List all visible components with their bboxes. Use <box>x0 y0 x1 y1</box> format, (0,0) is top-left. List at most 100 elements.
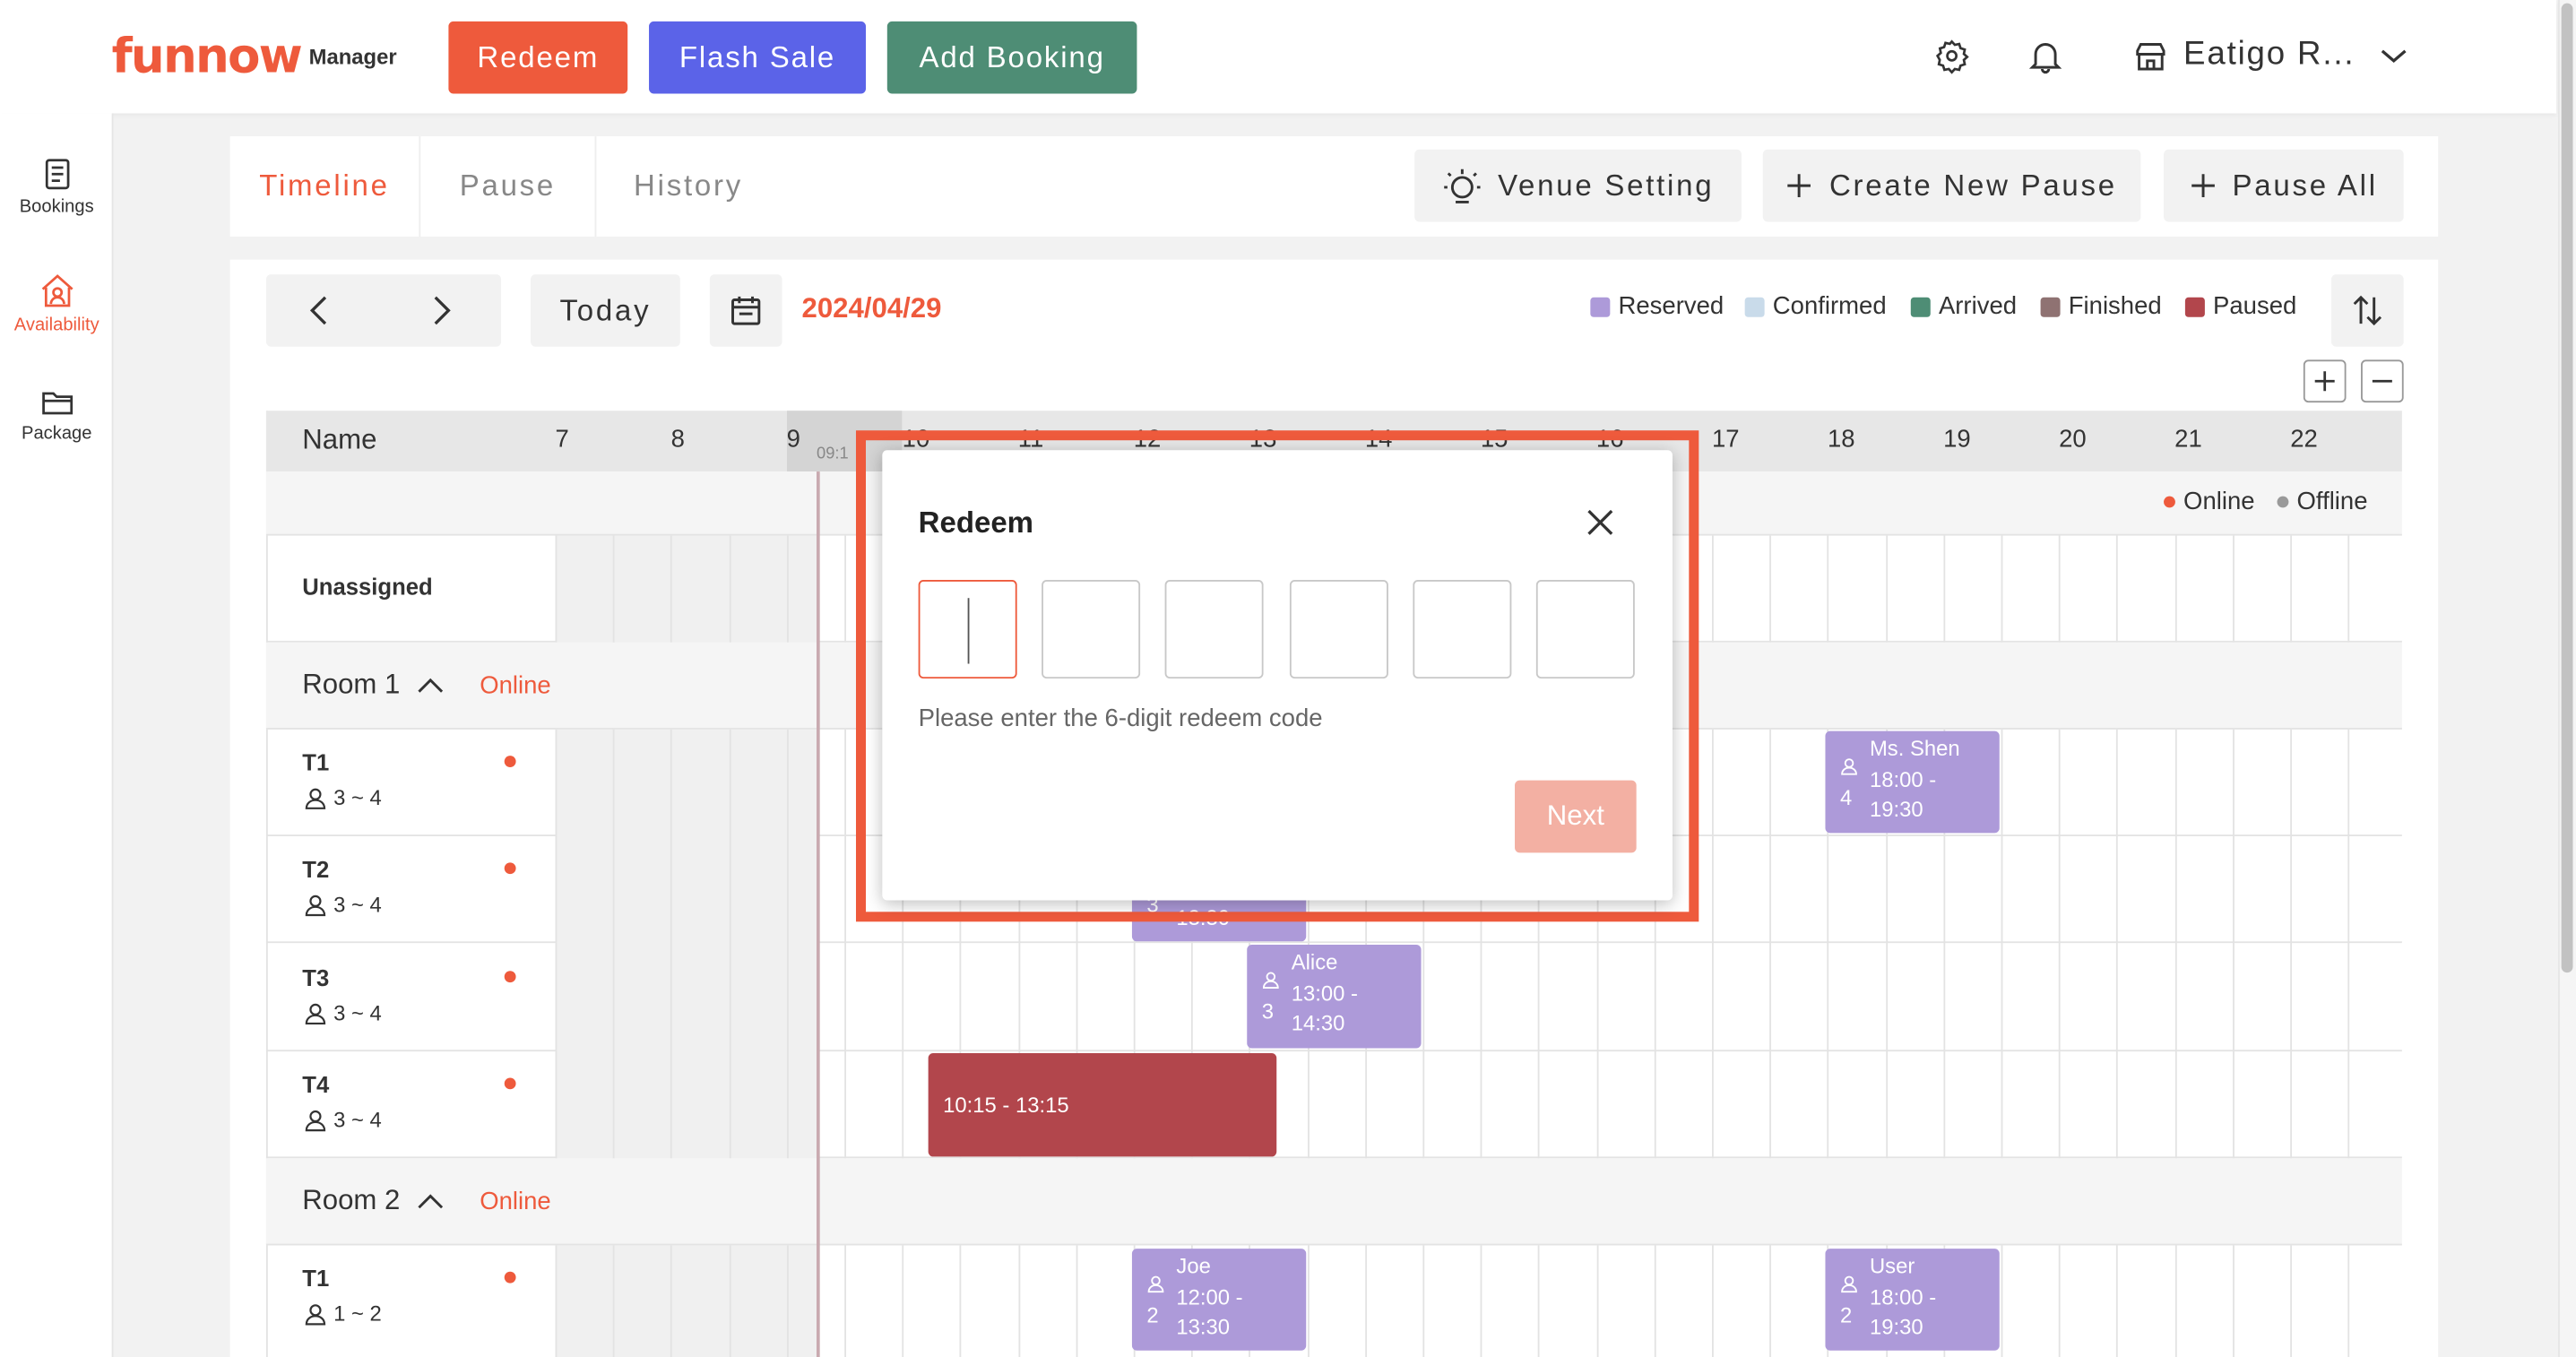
booking-name: Alice <box>1291 949 1338 974</box>
grid-line <box>2174 535 2176 643</box>
hour-label: 17 <box>1711 425 1740 454</box>
hour-label: 21 <box>2174 425 2202 454</box>
grid-line <box>613 535 615 643</box>
grid-line <box>2347 1245 2350 1357</box>
settings-icon[interactable] <box>1932 36 1972 75</box>
minus-icon <box>2372 379 2392 383</box>
grid-line <box>1595 1245 1598 1357</box>
zoom-in-button[interactable] <box>2303 359 2347 403</box>
table-capacity: 3 ~ 4 <box>304 1107 382 1132</box>
grid-line <box>844 729 846 1159</box>
grid-line <box>786 729 789 1159</box>
legend-arrived: Arrived <box>1910 292 2017 320</box>
pause-block[interactable]: 10:15 - 13:15 <box>928 1052 1277 1157</box>
grid-line <box>613 729 615 1159</box>
chevron-right-icon[interactable] <box>432 294 452 335</box>
person-icon <box>305 787 326 809</box>
folder-icon <box>41 392 73 415</box>
sidebar-item-bookings[interactable]: Bookings <box>0 158 113 217</box>
create-pause-label: Create New Pause <box>1828 168 2117 202</box>
person-icon <box>305 894 326 916</box>
scrollbar-thumb[interactable] <box>2561 3 2573 973</box>
sort-icon[interactable] <box>2331 274 2404 347</box>
grid-line <box>960 1245 963 1357</box>
tab-pause[interactable]: Pause <box>420 136 597 237</box>
grid-line <box>555 535 558 643</box>
person-icon <box>305 1110 326 1131</box>
tab-bar: Timeline Pause History Venue Setting Cre… <box>229 136 2439 237</box>
current-time-label: 09:1 <box>817 445 849 463</box>
grid-line <box>902 1245 904 1357</box>
grid-line <box>844 535 846 643</box>
calendar-icon[interactable] <box>709 274 782 347</box>
close-icon[interactable] <box>1586 507 1615 537</box>
current-date[interactable]: 2024/04/29 <box>802 292 942 325</box>
code-digit-input-2[interactable] <box>1042 580 1141 679</box>
code-digit-input-5[interactable] <box>1413 580 1512 679</box>
sidebar-item-availability[interactable]: Availability <box>0 272 113 335</box>
venue-setting-button[interactable]: Venue Setting <box>1414 149 1742 222</box>
grid-line <box>1885 535 1888 643</box>
person-icon <box>1841 1275 1857 1293</box>
person-icon <box>305 1002 326 1024</box>
grid-line <box>2290 535 2293 643</box>
table-name[interactable]: T1 <box>302 749 329 775</box>
table-name[interactable]: T4 <box>302 1071 329 1097</box>
hour-label: 9 <box>786 425 800 454</box>
today-button[interactable]: Today <box>531 274 680 347</box>
grid-line <box>2232 535 2235 643</box>
code-digit-input-3[interactable] <box>1164 580 1264 679</box>
room-status: Online <box>480 671 551 700</box>
sidebar-item-package[interactable]: Package <box>0 388 113 444</box>
unassigned-label: Unassigned <box>302 573 433 601</box>
zoom-out-button[interactable] <box>2361 359 2404 403</box>
store-icon <box>40 274 73 307</box>
flash-sale-button[interactable]: Flash Sale <box>649 21 866 94</box>
grid-line <box>1654 1245 1656 1357</box>
grid-line <box>729 535 730 643</box>
code-digit-input-1[interactable] <box>918 580 1017 679</box>
room-1-toggle[interactable]: Room 1 <box>302 669 443 702</box>
venue-selector[interactable]: Eatigo R... <box>2183 36 2355 73</box>
grid-line <box>2290 1245 2293 1357</box>
grid-line <box>2174 729 2176 1159</box>
booking-name: Joe <box>1176 1253 1211 1279</box>
next-button[interactable]: Next <box>1515 780 1637 853</box>
brand-logo[interactable]: funnow <box>112 30 303 82</box>
booking-time: 13:00 - 14:30 <box>1291 981 1358 1035</box>
room-2-toggle[interactable]: Room 2 <box>302 1185 443 1218</box>
code-digit-input-4[interactable] <box>1289 580 1388 679</box>
chevron-left-icon[interactable] <box>309 294 329 335</box>
table-name[interactable]: T3 <box>302 964 329 990</box>
booking-block[interactable]: 3 Alice 13:00 - 14:30 <box>1247 944 1422 1049</box>
booking-block[interactable]: 2 User 18:00 - 19:30 <box>1825 1249 2000 1351</box>
table-name[interactable]: T2 <box>302 856 329 882</box>
grid-line <box>1711 535 1714 643</box>
pause-all-button[interactable]: Pause All <box>2164 149 2404 222</box>
booking-block[interactable]: 2 Joe 12:00 - 13:30 <box>1131 1249 1307 1351</box>
tab-history[interactable]: History <box>596 136 780 237</box>
create-pause-button[interactable]: Create New Pause <box>1762 149 2141 222</box>
sidebar: Bookings Availability Package <box>0 113 114 1357</box>
current-time-line <box>817 471 820 1357</box>
bell-icon[interactable] <box>2026 36 2065 75</box>
table-capacity: 3 ~ 4 <box>304 1000 382 1025</box>
online-status-dot <box>504 971 516 983</box>
grid-line <box>1943 535 1945 643</box>
tab-timeline[interactable]: Timeline <box>230 136 421 237</box>
grid-line <box>2059 1245 2061 1357</box>
code-digit-input-6[interactable] <box>1535 580 1635 679</box>
chevron-up-icon[interactable] <box>417 677 443 693</box>
brand-subtitle: Manager <box>308 44 397 69</box>
grid-line <box>1769 535 1772 643</box>
table-name[interactable]: T1 <box>302 1265 329 1291</box>
grid-line <box>1307 1245 1310 1357</box>
booking-block[interactable]: 4 Ms. Shen 18:00 - 19:30 <box>1825 730 2000 834</box>
online-status-dot <box>504 1271 516 1284</box>
add-booking-button[interactable]: Add Booking <box>886 21 1137 94</box>
chevron-down-icon[interactable] <box>2374 36 2414 75</box>
redeem-button[interactable]: Redeem <box>448 21 628 94</box>
table-capacity: 3 ~ 4 <box>304 785 382 810</box>
chevron-up-icon[interactable] <box>417 1193 443 1209</box>
grid-line <box>1828 535 1829 643</box>
